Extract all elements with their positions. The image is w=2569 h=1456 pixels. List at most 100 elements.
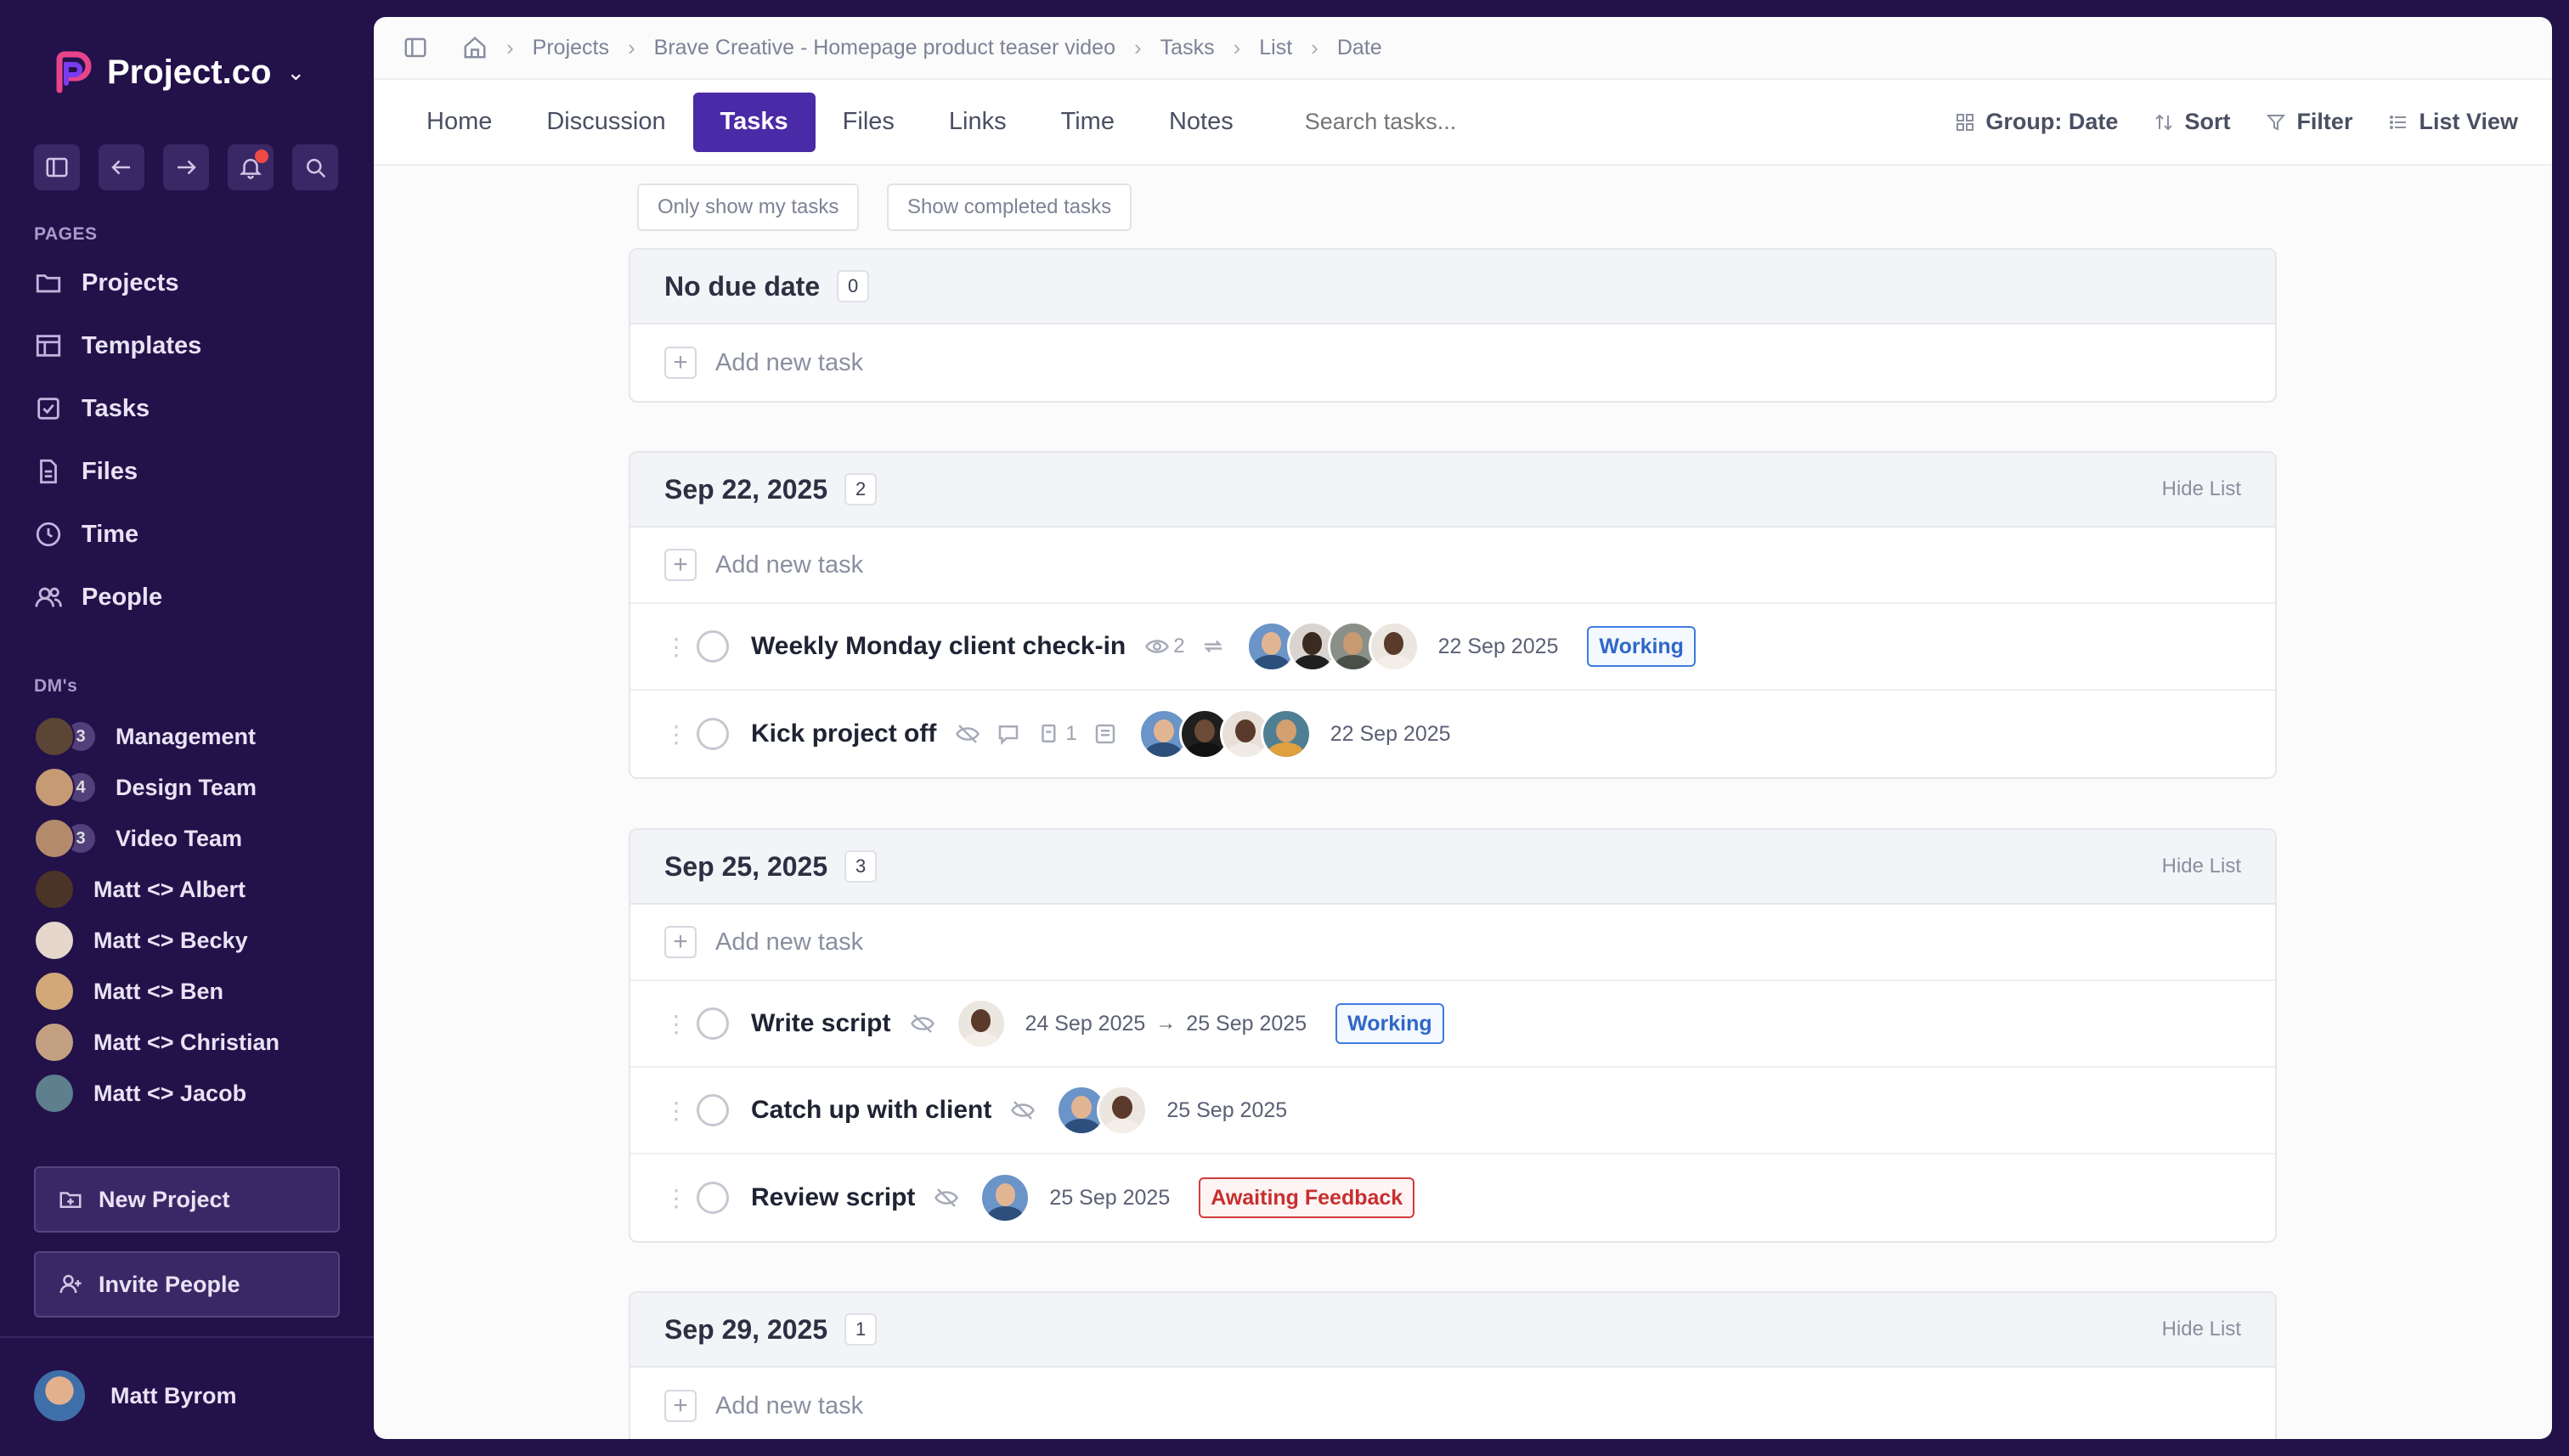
task-complete-checkbox[interactable]	[697, 1007, 729, 1040]
tab-files[interactable]: Files	[816, 93, 922, 152]
task-title[interactable]: Write script	[751, 1009, 891, 1038]
dm-item-becky[interactable]: Matt <> Becky	[34, 919, 248, 962]
drag-handle-icon[interactable]: ⋮	[664, 720, 688, 748]
avatar	[34, 920, 75, 961]
sidebar-item-people[interactable]: People	[34, 574, 162, 620]
workspace-switcher[interactable]: Project.co ⌄	[51, 49, 305, 95]
toggle-sidebar-button[interactable]	[403, 35, 428, 60]
add-task-row[interactable]: + Add new task	[630, 528, 2275, 604]
task-count-badge: 0	[837, 270, 870, 302]
breadcrumb-tasks[interactable]: Tasks	[1160, 36, 1215, 60]
dm-label: Video Team	[116, 825, 243, 851]
status-badge[interactable]: Working	[1587, 626, 1696, 667]
hide-list-button[interactable]: Hide List	[2162, 1318, 2241, 1341]
breadcrumb-list[interactable]: List	[1259, 36, 1292, 60]
tab-discussion[interactable]: Discussion	[519, 93, 692, 152]
watchers-count: 2	[1173, 635, 1185, 657]
task-complete-checkbox[interactable]	[697, 1182, 729, 1214]
drag-handle-icon[interactable]: ⋮	[664, 1010, 688, 1038]
toggle-sidebar-button[interactable]	[34, 144, 80, 190]
assignee-avatars	[955, 998, 1007, 1049]
home-icon	[464, 37, 486, 59]
only-my-tasks-toggle[interactable]: Only show my tasks	[637, 183, 860, 231]
sidebar-item-label: Time	[82, 520, 139, 548]
files-indicator: 1	[1036, 721, 1077, 747]
tab-time[interactable]: Time	[1034, 93, 1142, 152]
filter-icon	[2267, 114, 2286, 131]
list-icon	[2390, 115, 2407, 129]
task-title[interactable]: Review script	[751, 1183, 915, 1212]
drag-handle-icon[interactable]: ⋮	[664, 633, 688, 661]
dm-item-design-team[interactable]: 4 Design Team	[34, 766, 257, 809]
tab-notes[interactable]: Notes	[1142, 93, 1261, 152]
search-button[interactable]	[292, 144, 338, 190]
group-header: No due date 0	[630, 250, 2275, 324]
drag-handle-icon[interactable]: ⋮	[664, 1097, 688, 1125]
sort-button[interactable]: Sort	[2154, 109, 2230, 135]
breadcrumb-project[interactable]: Brave Creative - Homepage product teaser…	[654, 36, 1115, 60]
chevron-down-icon: ⌄	[286, 59, 306, 85]
dms-section-label: DM's	[34, 676, 78, 696]
task-row[interactable]: ⋮ Review script 25 Sep 2025 Awaiting Fee…	[630, 1154, 2275, 1241]
task-title[interactable]: Weekly Monday client check-in	[751, 632, 1126, 661]
sidebar-item-projects[interactable]: Projects	[34, 260, 178, 306]
task-complete-checkbox[interactable]	[697, 718, 729, 750]
view-button[interactable]: List View	[2388, 109, 2518, 135]
group-label: Group: Date	[1985, 109, 2119, 134]
add-task-row[interactable]: + Add new task	[630, 1368, 2275, 1439]
hide-list-button[interactable]: Hide List	[2162, 477, 2241, 501]
task-meta: 2	[1144, 634, 1225, 659]
task-row[interactable]: ⋮ Kick project off 1 22 Sep 2025	[630, 691, 2275, 777]
task-count-badge: 1	[844, 1313, 878, 1346]
task-row[interactable]: ⋮ Weekly Monday client check-in 2 22 Sep…	[630, 604, 2275, 691]
dm-item-christian[interactable]: Matt <> Christian	[34, 1021, 279, 1064]
dm-item-ben[interactable]: Matt <> Ben	[34, 970, 223, 1013]
task-title[interactable]: Catch up with client	[751, 1096, 991, 1125]
task-title[interactable]: Kick project off	[751, 720, 936, 748]
dm-label: Management	[116, 723, 257, 749]
forward-button[interactable]	[163, 144, 209, 190]
group-button[interactable]: Group: Date	[1955, 109, 2118, 135]
notifications-button[interactable]	[228, 144, 274, 190]
home-breadcrumb[interactable]	[462, 35, 488, 60]
task-row[interactable]: ⋮ Write script 24 Sep 2025 → 25 Sep 2025…	[630, 981, 2275, 1068]
task-complete-checkbox[interactable]	[697, 1094, 729, 1126]
user-profile[interactable]: Matt Byrom	[34, 1370, 237, 1421]
avatar	[34, 971, 75, 1012]
drag-handle-icon[interactable]: ⋮	[664, 1184, 688, 1212]
filter-button[interactable]: Filter	[2266, 109, 2352, 135]
dm-item-jacob[interactable]: Matt <> Jacob	[34, 1072, 246, 1115]
hide-list-button[interactable]: Hide List	[2162, 855, 2241, 878]
status-badge[interactable]: Awaiting Feedback	[1199, 1177, 1415, 1218]
group-header: Sep 22, 2025 2 Hide List	[630, 453, 2275, 528]
add-task-label: Add new task	[715, 928, 864, 956]
dm-item-management[interactable]: 3 Management	[34, 715, 256, 758]
task-complete-checkbox[interactable]	[697, 630, 729, 663]
avatar	[1260, 708, 1312, 759]
sidebar-item-templates[interactable]: Templates	[34, 323, 201, 369]
dm-item-albert[interactable]: Matt <> Albert	[34, 868, 246, 911]
breadcrumb-projects[interactable]: Projects	[533, 36, 609, 60]
show-completed-toggle[interactable]: Show completed tasks	[887, 183, 1132, 231]
add-task-row[interactable]: + Add new task	[630, 905, 2275, 981]
eye-off-icon	[956, 725, 980, 743]
add-task-row[interactable]: + Add new task	[630, 324, 2275, 401]
sidebar-item-files[interactable]: Files	[34, 449, 138, 494]
status-badge[interactable]: Working	[1335, 1003, 1444, 1044]
sidebar-item-tasks[interactable]: Tasks	[34, 386, 150, 432]
breadcrumb-date[interactable]: Date	[1337, 36, 1382, 60]
task-row[interactable]: ⋮ Catch up with client 25 Sep 2025	[630, 1068, 2275, 1154]
tab-tasks[interactable]: Tasks	[692, 92, 816, 152]
sidebar-item-time[interactable]: Time	[34, 511, 138, 557]
new-project-button[interactable]: New Project	[34, 1166, 340, 1233]
people-icon	[35, 587, 62, 607]
back-button[interactable]	[99, 144, 144, 190]
clock-icon	[36, 522, 61, 547]
task-meta: 1	[955, 721, 1117, 747]
invite-people-button[interactable]: Invite People	[34, 1251, 340, 1318]
dm-item-video-team[interactable]: 3 Video Team	[34, 817, 242, 860]
tab-home[interactable]: Home	[399, 93, 519, 152]
dm-label: Matt <> Ben	[93, 978, 224, 1004]
search-input[interactable]	[1304, 109, 1747, 135]
tab-links[interactable]: Links	[922, 93, 1034, 152]
